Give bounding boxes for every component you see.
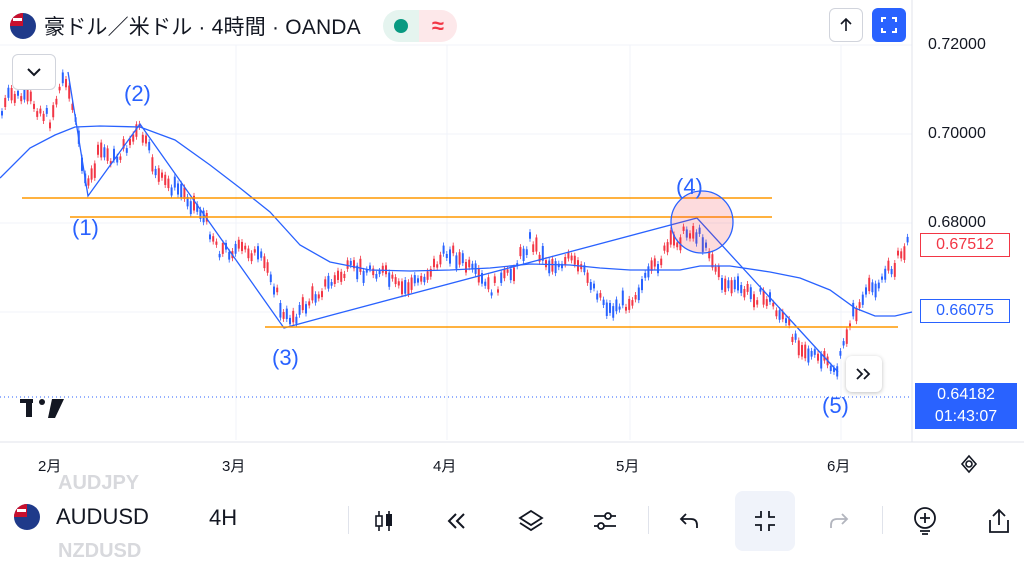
- indicators-button[interactable]: [582, 498, 628, 544]
- wave-label-3: (3): [272, 345, 299, 370]
- price-axis-label: 0.72000: [928, 36, 986, 53]
- chevron-down-icon: [27, 68, 41, 77]
- symbol-label: AUDUSD: [56, 504, 149, 529]
- last-price-badge: 0.64182 01:43:07: [915, 383, 1017, 429]
- fullscreen-icon: [881, 17, 897, 33]
- scroll-to-realtime-button[interactable]: [846, 356, 882, 392]
- last-price-value: 0.64182: [937, 386, 995, 403]
- price-axis-label: 0.68000: [928, 214, 986, 231]
- market-status-pill[interactable]: ≈: [382, 10, 457, 42]
- collapse-legend-button[interactable]: [12, 54, 56, 90]
- approx-icon: ≈: [418, 10, 457, 42]
- wave-label-5: (5): [822, 393, 849, 418]
- tradingview-logo-icon: [20, 399, 64, 418]
- wave-label-1: (1): [72, 215, 99, 240]
- chart-header: 豪ドル／米ドル · 4時間 · OANDA ≈: [10, 8, 457, 44]
- wave-4-highlight-circle: [670, 190, 734, 254]
- undo-icon: [679, 513, 698, 528]
- layers-icon: [518, 509, 544, 532]
- collapse-icon: [755, 511, 775, 531]
- bottom-toolbar: AUDJPY NZDUSD AUDUSD 4H: [0, 472, 1024, 562]
- lightbulb-plus-icon: [914, 507, 936, 535]
- redo-button[interactable]: [816, 498, 862, 544]
- ghost-symbol-below: NZDUSD: [58, 540, 142, 562]
- chart-type-button[interactable]: [361, 498, 407, 544]
- market-open-icon: [382, 10, 419, 42]
- candlestick-series: [1, 69, 909, 380]
- chart-title: 豪ドル／米ドル · 4時間 · OANDA: [44, 16, 361, 39]
- moving-average-label: 0.66075: [920, 299, 1010, 323]
- double-chevron-right-icon: [856, 368, 871, 380]
- scroll-up-button[interactable]: [829, 8, 863, 42]
- share-button[interactable]: [976, 498, 1022, 544]
- exit-fullscreen-button[interactable]: [735, 491, 795, 551]
- replay-button[interactable]: [433, 498, 479, 544]
- redo-icon: [830, 513, 849, 528]
- price-chart[interactable]: [0, 0, 1024, 480]
- bar-countdown: 01:43:07: [934, 408, 998, 425]
- undo-button[interactable]: [666, 498, 712, 544]
- aud-usd-flag-icon: [10, 13, 36, 39]
- ghost-symbol-above: AUDJPY: [58, 472, 140, 494]
- settings-icon: [960, 454, 978, 474]
- current-price-label: 0.67512: [920, 233, 1010, 257]
- sliders-icon: [594, 512, 616, 530]
- moving-average-line: [0, 125, 913, 317]
- wave-label-2: (2): [124, 81, 151, 106]
- candles-icon: [375, 511, 392, 531]
- rewind-icon: [447, 513, 465, 529]
- price-axis-label: 0.70000: [928, 125, 986, 142]
- time-axis-label: 3月: [222, 458, 246, 475]
- axis-settings-button[interactable]: [957, 452, 981, 476]
- symbol-selector[interactable]: AUDUSD: [14, 504, 149, 530]
- fullscreen-button[interactable]: [872, 8, 906, 42]
- layers-button[interactable]: [508, 498, 554, 544]
- time-axis-label: 4月: [433, 458, 457, 475]
- share-icon: [989, 508, 1009, 533]
- aud-usd-flag-icon: [14, 504, 40, 530]
- arrow-up-icon: [840, 17, 852, 31]
- time-axis-label: 5月: [616, 458, 640, 475]
- add-alert-button[interactable]: [902, 498, 948, 544]
- timeframe-selector[interactable]: 4H: [209, 505, 237, 531]
- wave-label-4: (4): [676, 174, 703, 199]
- time-axis-label: 6月: [827, 458, 851, 475]
